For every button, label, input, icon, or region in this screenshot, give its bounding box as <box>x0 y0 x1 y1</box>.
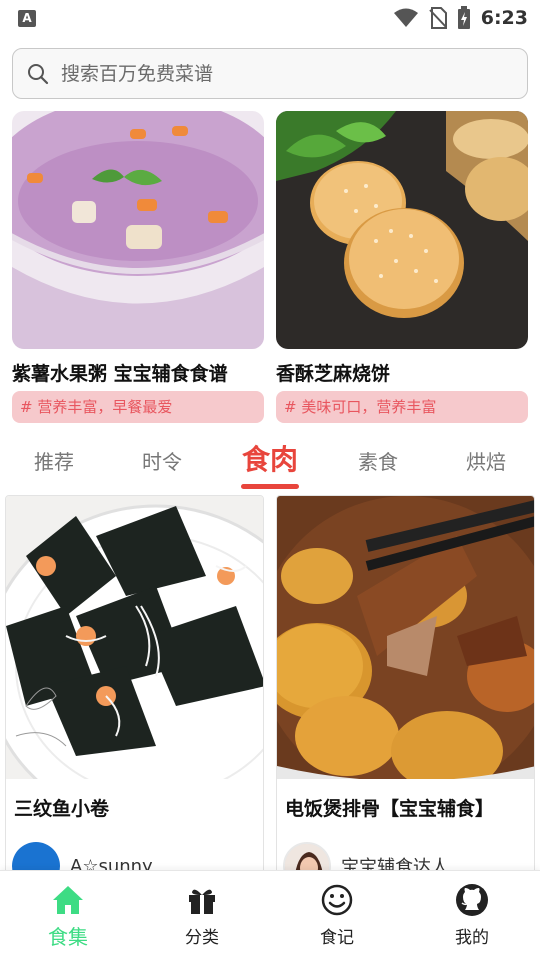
nav-label: 分类 <box>185 928 219 948</box>
status-bar: A 6:23 <box>0 0 540 36</box>
wifi-icon <box>393 8 418 27</box>
recipe-image[interactable] <box>277 496 534 779</box>
tab-meat[interactable]: 食肉 <box>220 438 320 478</box>
battery-charging-icon <box>457 6 470 29</box>
nav-label: 食记 <box>320 928 354 948</box>
nav-notes[interactable]: 食记 <box>277 883 397 948</box>
featured-tag: # 美味可口，营养丰富 <box>276 391 528 423</box>
featured-card[interactable]: 紫薯水果粥 宝宝辅食食谱 # 营养丰富，早餐最爱 <box>12 111 264 423</box>
featured-image[interactable] <box>276 111 528 349</box>
active-tab-indicator <box>241 484 299 489</box>
nav-label: 食集 <box>48 925 88 949</box>
gift-icon <box>189 889 215 914</box>
nav-category[interactable]: 分类 <box>142 883 262 948</box>
recipe-card[interactable]: 电饭煲排骨【宝宝辅食】 宝宝辅食达人 <box>276 495 535 875</box>
smiley-icon <box>321 884 353 916</box>
bottom-navigation: 食集 分类 食记 我的 <box>0 870 540 960</box>
search-bar[interactable] <box>12 48 528 99</box>
no-sim-icon <box>429 7 447 29</box>
home-icon <box>53 886 83 914</box>
status-icons: 6:23 <box>393 6 528 30</box>
github-icon <box>456 884 488 916</box>
recipe-card[interactable]: 三纹鱼小卷 A☆sunny <box>5 495 264 875</box>
search-input[interactable] <box>61 57 511 91</box>
featured-title: 紫薯水果粥 宝宝辅食食谱 <box>12 363 228 385</box>
tab-vegetarian[interactable]: 素食 <box>328 446 428 475</box>
featured-card[interactable]: 香酥芝麻烧饼 # 美味可口，营养丰富 <box>276 111 528 423</box>
recipe-image[interactable] <box>6 496 263 779</box>
nav-mine[interactable]: 我的 <box>412 883 532 948</box>
nav-home[interactable]: 食集 <box>8 883 128 950</box>
category-tabs: 推荐 时令 食肉 素食 烘焙 <box>0 436 540 492</box>
featured-title: 香酥芝麻烧饼 <box>276 363 391 385</box>
tab-recommend[interactable]: 推荐 <box>4 446 104 475</box>
search-icon <box>28 64 49 85</box>
notification-icon: A <box>18 10 36 27</box>
nav-label: 我的 <box>455 928 489 948</box>
featured-image[interactable] <box>12 111 264 349</box>
featured-tag: # 营养丰富，早餐最爱 <box>12 391 264 423</box>
tab-seasonal[interactable]: 时令 <box>112 446 212 475</box>
recipe-title: 电饭煲排骨【宝宝辅食】 <box>285 798 495 820</box>
status-time: 6:23 <box>480 7 528 29</box>
tab-baking[interactable]: 烘焙 <box>436 446 536 475</box>
recipe-title: 三纹鱼小卷 <box>14 798 110 820</box>
